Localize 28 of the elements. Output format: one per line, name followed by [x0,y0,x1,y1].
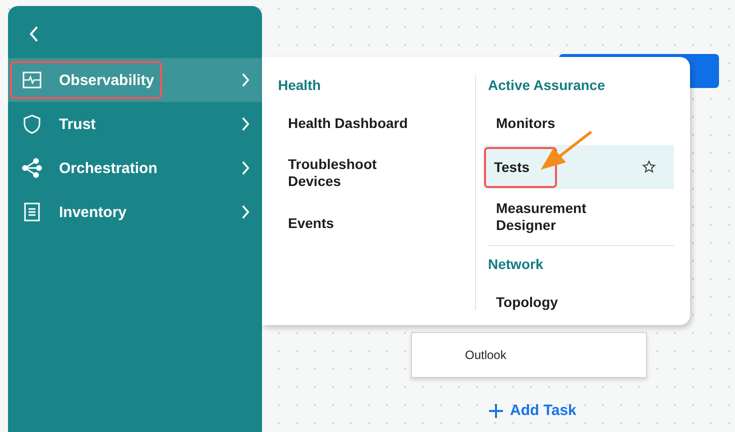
section-heading: Active Assurance [488,76,606,95]
sidebar-item[interactable]: Observability [8,58,262,102]
menu-item[interactable]: Monitors [486,101,674,145]
chevron-right-icon [241,117,250,131]
sidebar-item[interactable]: Orchestration [8,146,262,190]
menu-item[interactable]: Tests [486,145,674,189]
menu-item[interactable]: Measurement Designer [486,189,674,245]
task-card[interactable]: Outlook [411,332,647,378]
sidebar-item[interactable]: Trust [8,102,262,146]
menu-item[interactable]: Troubleshoot Devices [278,145,428,201]
document-icon [22,202,42,222]
section-heading: Health [278,76,322,95]
chevron-right-icon [241,161,250,175]
chevron-right-icon [241,205,250,219]
back-chevron-icon[interactable] [29,26,39,42]
shield-icon [22,114,42,134]
sidebar-item[interactable]: Inventory [8,190,262,234]
chevron-right-icon [241,73,250,87]
menu-item[interactable]: Topology [486,280,674,324]
star-icon[interactable] [642,160,656,174]
share-nodes-icon [22,158,42,178]
pulse-monitor-icon [22,70,42,90]
plus-icon [489,404,503,418]
section-heading: Network [488,255,544,274]
menu-item[interactable]: Health Dashboard [278,101,428,145]
add-task-link[interactable]: Add Task [489,402,576,419]
menu-item[interactable]: Events [278,201,428,245]
task-title: Outlook [465,348,506,362]
